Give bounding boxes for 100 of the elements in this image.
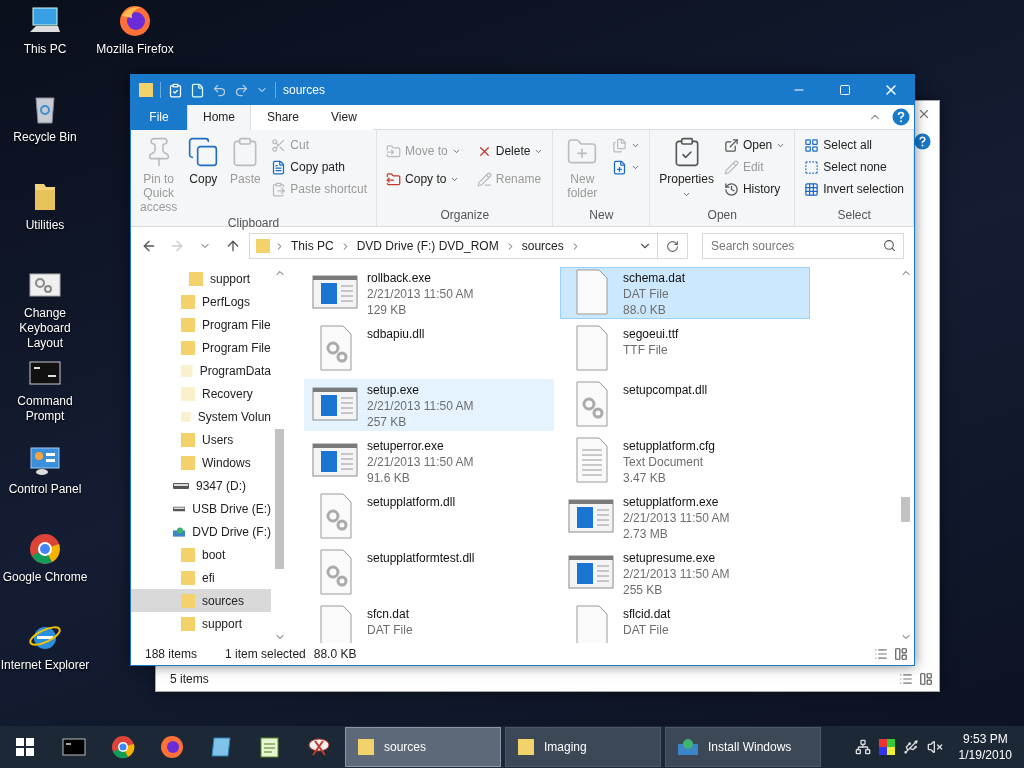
nav-tree-item[interactable]: System Volun bbox=[131, 405, 271, 428]
nav-item-label: support bbox=[210, 271, 251, 286]
help-icon[interactable] bbox=[892, 108, 910, 126]
redo-icon[interactable] bbox=[234, 82, 249, 98]
color-square-icon[interactable] bbox=[878, 739, 895, 755]
volume-muted-icon[interactable] bbox=[926, 739, 943, 755]
ribbon-button[interactable]: Select all bbox=[801, 134, 907, 156]
nav-tree-item[interactable]: Users bbox=[131, 428, 271, 451]
ribbon-button[interactable]: Copy to bbox=[383, 168, 464, 190]
nav-tree-item[interactable]: sources bbox=[131, 589, 271, 612]
scissors-icon bbox=[271, 137, 287, 153]
nav-tree-item[interactable]: Program File bbox=[131, 313, 271, 336]
details-view-icon[interactable] bbox=[874, 647, 888, 661]
terminal-icon bbox=[61, 735, 86, 759]
file-detail: DAT File bbox=[623, 622, 670, 638]
file-tile[interactable]: setup.exe 2/21/2013 11:50 AM 257 KB bbox=[304, 379, 554, 431]
nav-item-label: boot bbox=[202, 547, 226, 562]
breadcrumb[interactable]: sources bbox=[519, 239, 566, 253]
grid-icon bbox=[804, 181, 820, 197]
tiles-view-icon[interactable] bbox=[894, 647, 908, 661]
file-tile[interactable]: setupplatformtest.dll bbox=[304, 547, 554, 599]
file-tile[interactable]: sfcn.dat DAT File bbox=[304, 603, 554, 643]
nav-item-label: support bbox=[202, 616, 243, 631]
file-name: setupplatform.cfg bbox=[623, 438, 716, 454]
usb-icon[interactable] bbox=[902, 739, 919, 755]
desktop-shortcut[interactable]: This PC bbox=[23, 4, 67, 57]
file-detail: DAT File bbox=[623, 286, 670, 302]
desktop-shortcut[interactable]: Utilities bbox=[25, 180, 65, 233]
ribbon-button[interactable]: Select none bbox=[801, 156, 907, 178]
clock[interactable]: 9:53 PM 1/19/2010 bbox=[958, 731, 1012, 763]
address-bar[interactable]: This PC DVD Drive (F:) DVD_ROM sources bbox=[249, 233, 688, 259]
app-icon bbox=[208, 735, 233, 759]
ribbon-button[interactable]: Copy bbox=[184, 134, 223, 188]
file-tile[interactable]: setupplatform.cfg Text Document 3.47 KB bbox=[560, 435, 810, 487]
file-detail: 257 KB bbox=[367, 414, 408, 430]
page-icon[interactable] bbox=[190, 82, 205, 98]
nav-tree-item[interactable]: Program File bbox=[131, 336, 271, 359]
file-tile[interactable]: setupplatform.dll bbox=[304, 491, 554, 543]
desktop-shortcut[interactable]: Command Prompt bbox=[0, 356, 90, 424]
desktop-shortcut[interactable]: Recycle Bin bbox=[13, 92, 77, 145]
control-panel-icon bbox=[28, 444, 62, 478]
taskbar-window-button[interactable]: Imaging bbox=[505, 727, 661, 767]
nav-tree-item[interactable]: USB Drive (E:) bbox=[131, 497, 271, 520]
nav-tree-item[interactable]: support bbox=[131, 612, 271, 635]
folder-icon bbox=[256, 238, 270, 254]
nav-tree-item[interactable]: boot bbox=[131, 543, 271, 566]
help-icon[interactable] bbox=[914, 133, 931, 150]
nav-tree-item[interactable]: Recovery bbox=[131, 382, 271, 405]
taskbar-window-button[interactable]: Install Windows bbox=[665, 727, 821, 767]
file-tile[interactable]: sdbapiu.dll bbox=[304, 323, 554, 375]
network-icon[interactable] bbox=[854, 739, 871, 755]
desktop-shortcut[interactable]: Internet Explorer bbox=[0, 620, 90, 673]
desktop-shortcut[interactable]: Change Keyboard Layout bbox=[0, 268, 90, 351]
file-tile[interactable]: setuperror.exe 2/21/2013 11:50 AM 91.6 KB bbox=[304, 435, 554, 487]
nav-tree-item[interactable]: support bbox=[131, 267, 271, 290]
file-tile[interactable]: setupresume.exe 2/21/2013 11:50 AM 255 KB bbox=[560, 547, 810, 599]
undo-icon[interactable] bbox=[212, 82, 227, 98]
taskbar-window-button[interactable]: sources bbox=[345, 727, 501, 767]
file-tile[interactable]: rollback.exe 2/21/2013 11:50 AM 129 KB bbox=[304, 267, 554, 319]
ribbon-button[interactable]: Open bbox=[720, 134, 789, 156]
ribbon-tab[interactable]: Home bbox=[187, 105, 251, 130]
file-tile[interactable]: schema.dat DAT File 88.0 KB bbox=[560, 267, 810, 319]
ribbon-tab[interactable]: File bbox=[131, 105, 187, 130]
file-detail: Text Document bbox=[623, 454, 705, 470]
file-name: sdbapiu.dll bbox=[367, 326, 425, 342]
history-icon bbox=[723, 181, 739, 197]
breadcrumb[interactable]: This PC bbox=[289, 239, 336, 253]
scroll-thumb[interactable] bbox=[275, 429, 284, 569]
file-tile[interactable]: segoeui.ttf TTF File bbox=[560, 323, 810, 375]
scroll-thumb[interactable] bbox=[901, 497, 910, 522]
search-icon bbox=[883, 239, 896, 252]
details-view-icon[interactable] bbox=[899, 672, 913, 686]
ribbon-button[interactable]: History bbox=[720, 178, 789, 200]
ribbon-button[interactable]: Copy path bbox=[268, 156, 371, 178]
ribbon-button[interactable]: Invert selection bbox=[801, 178, 907, 200]
status-text: 5 items bbox=[170, 672, 209, 686]
nav-item-label: System Volun bbox=[197, 409, 271, 424]
file-name: setupcompat.dll bbox=[623, 382, 708, 398]
ribbon-button[interactable]: Delete bbox=[473, 140, 547, 162]
nav-tree-item[interactable]: ProgramData bbox=[131, 359, 271, 382]
nav-tree-item[interactable]: PerfLogs bbox=[131, 290, 271, 313]
file-detail: 2/21/2013 11:50 AM bbox=[623, 566, 730, 582]
desktop-shortcut[interactable]: Mozilla Firefox bbox=[96, 4, 174, 57]
desktop-shortcut[interactable]: Control Panel bbox=[8, 444, 82, 497]
chrome-icon bbox=[110, 735, 135, 759]
close-icon[interactable] bbox=[917, 107, 931, 121]
nav-tree-item[interactable]: efi bbox=[131, 566, 271, 589]
nav-tree-item[interactable]: DVD Drive (F:) bbox=[131, 520, 271, 543]
breadcrumb[interactable]: DVD Drive (F:) DVD_ROM bbox=[354, 239, 501, 253]
nav-tree-item[interactable]: Windows bbox=[131, 451, 271, 474]
search-field[interactable]: Search sources bbox=[702, 233, 904, 259]
file-tile[interactable]: setupcompat.dll bbox=[560, 379, 810, 431]
file-tile[interactable]: sflcid.dat DAT File bbox=[560, 603, 810, 643]
properties-icon[interactable] bbox=[168, 82, 183, 98]
nav-tree-item[interactable]: 9347 (D:) bbox=[131, 474, 271, 497]
nav-item-label: USB Drive (E:) bbox=[192, 501, 271, 516]
desktop-shortcut[interactable]: Google Chrome bbox=[2, 532, 88, 585]
file-tile[interactable]: setupplatform.exe 2/21/2013 11:50 AM 2.73 MB bbox=[560, 491, 810, 543]
tiles-view-icon[interactable] bbox=[919, 672, 933, 686]
ribbon-button[interactable]: Properties bbox=[656, 134, 717, 201]
